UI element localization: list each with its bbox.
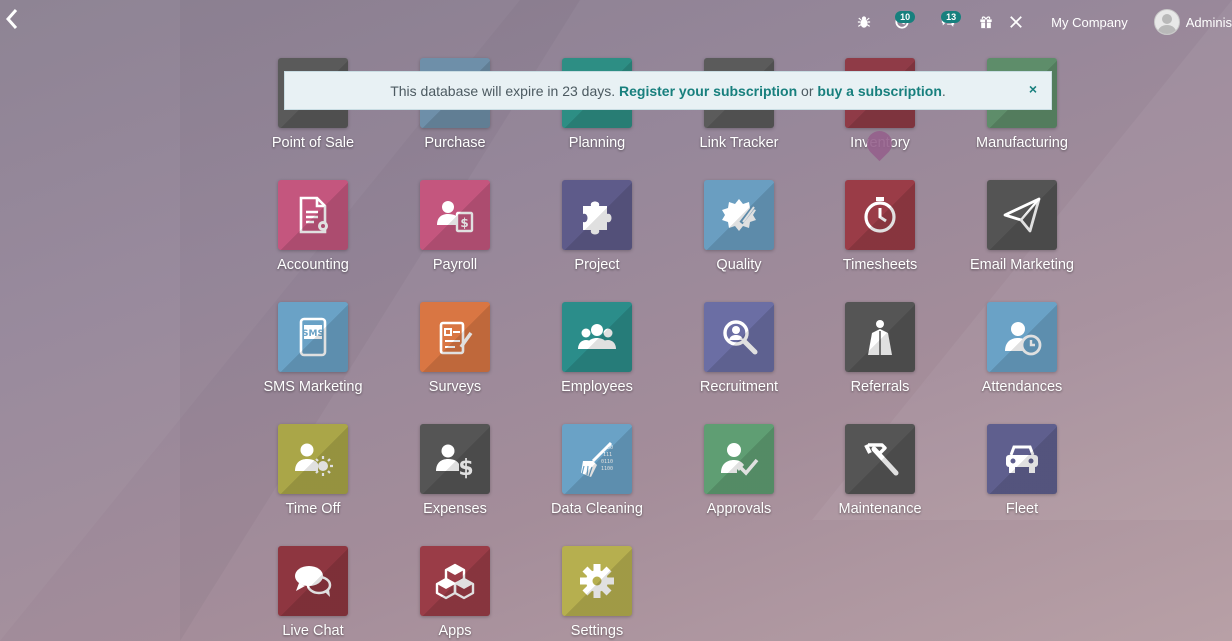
employees-icon [562, 302, 632, 372]
app-payroll[interactable]: $ Payroll [380, 180, 530, 273]
app-project[interactable]: Project [522, 180, 672, 273]
settings-icon [562, 546, 632, 616]
app-label: Attendances [981, 379, 1063, 395]
app-email-marketing[interactable]: Email Marketing [947, 180, 1097, 273]
fleet-icon [987, 424, 1057, 494]
app-attendances[interactable]: Attendances [947, 302, 1097, 395]
app-label: Settings [570, 623, 624, 639]
app-label: Fleet [1005, 501, 1039, 517]
app-label: Maintenance [838, 501, 922, 517]
app-label: Purchase [424, 135, 486, 151]
app-label: Link Tracker [699, 135, 779, 151]
app-label: Planning [568, 135, 626, 151]
app-sms-marketing[interactable]: SMS SMS Marketing [238, 302, 388, 395]
maintenance-icon [845, 424, 915, 494]
app-label: Project [574, 257, 620, 273]
app-accounting[interactable]: Accounting [238, 180, 388, 273]
app-label: Apps [438, 623, 472, 639]
app-surveys[interactable]: Surveys [380, 302, 530, 395]
app-time-off[interactable]: Time Off [238, 424, 388, 517]
app-label: Time Off [285, 501, 341, 517]
app-settings[interactable]: Settings [522, 546, 672, 639]
apps-icon [420, 546, 490, 616]
time-off-icon [278, 424, 348, 494]
svg-text:0110: 0110 [601, 459, 613, 465]
timesheets-icon [845, 180, 915, 250]
app-label: Payroll [432, 257, 478, 273]
app-employees[interactable]: Employees [522, 302, 672, 395]
expenses-icon: $ [420, 424, 490, 494]
email-marketing-icon [987, 180, 1057, 250]
app-label: Quality [716, 257, 762, 273]
app-label: Accounting [277, 257, 349, 273]
app-apps[interactable]: Apps [380, 546, 530, 639]
app-label: Live Chat [282, 623, 344, 639]
app-label: Employees [561, 379, 633, 395]
app-label: Email Marketing [970, 257, 1074, 273]
app-label: Point of Sale [271, 135, 355, 151]
close-banner-button[interactable]: × [1029, 81, 1037, 97]
app-recruitment[interactable]: Recruitment [664, 302, 814, 395]
app-label: Referrals [850, 379, 910, 395]
svg-text:$: $ [458, 456, 473, 479]
app-label: SMS Marketing [263, 379, 363, 395]
app-label: Approvals [706, 501, 772, 517]
app-label: Recruitment [699, 379, 779, 395]
svg-text:SMS: SMS [302, 329, 324, 339]
app-label: Data Cleaning [551, 501, 643, 517]
app-timesheets[interactable]: Timesheets [805, 180, 955, 273]
buy-subscription-link[interactable]: buy a subscription [817, 83, 941, 99]
project-icon [562, 180, 632, 250]
approvals-icon [704, 424, 774, 494]
app-referrals[interactable]: Referrals [805, 302, 955, 395]
banner-text-or: or [797, 82, 818, 99]
referrals-icon [845, 302, 915, 372]
app-label: Timesheets [842, 257, 918, 273]
register-subscription-link[interactable]: Register your subscription [619, 83, 797, 99]
attendances-icon [987, 302, 1057, 372]
sms-marketing-icon: SMS [278, 302, 348, 372]
app-fleet[interactable]: Fleet [947, 424, 1097, 517]
app-label: Expenses [423, 501, 487, 517]
recruitment-icon [704, 302, 774, 372]
data-cleaning-icon: 00 111 0110 1100 [562, 424, 632, 494]
banner-text-end: . [941, 82, 946, 99]
quality-icon [704, 180, 774, 250]
expiration-banner: This database will expire in 23 days. Re… [284, 71, 1052, 110]
app-approvals[interactable]: Approvals [664, 424, 814, 517]
svg-text:$: $ [460, 216, 468, 230]
banner-text: This database will expire in 23 days. [390, 82, 620, 99]
app-maintenance[interactable]: Maintenance [805, 424, 955, 517]
app-label: Manufacturing [976, 135, 1068, 151]
app-live-chat[interactable]: Live Chat [238, 546, 388, 639]
live-chat-icon [278, 546, 348, 616]
payroll-icon: $ [420, 180, 490, 250]
app-data-cleaning[interactable]: 00 111 0110 1100 Data Cleaning [522, 424, 672, 517]
accounting-icon [278, 180, 348, 250]
surveys-icon [420, 302, 490, 372]
app-expenses[interactable]: $ Expenses [380, 424, 530, 517]
svg-text:111: 111 [603, 452, 612, 458]
svg-text:1100: 1100 [601, 466, 613, 472]
app-quality[interactable]: Quality [664, 180, 814, 273]
app-label: Surveys [428, 379, 482, 395]
svg-text:00: 00 [607, 445, 613, 451]
